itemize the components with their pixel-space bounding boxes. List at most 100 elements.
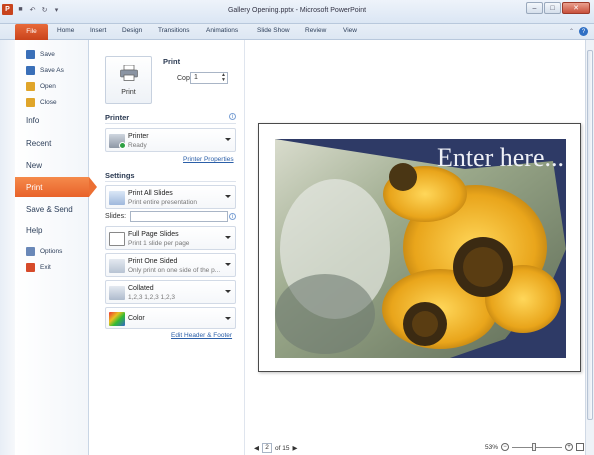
chevron-down-icon <box>225 290 231 293</box>
printer-properties-link[interactable]: Printer Properties <box>183 156 234 163</box>
slides-info-icon[interactable]: i <box>229 213 236 220</box>
print-button[interactable]: Print <box>105 56 152 104</box>
print-settings-panel: Print Print Copies: 1 ▲ ▼ Printer i Print… <box>98 40 243 455</box>
collation-title: Collated <box>128 285 154 292</box>
current-page-input[interactable]: 2 <box>262 443 272 453</box>
save-as-icon <box>26 66 35 75</box>
printer-info-icon[interactable]: i <box>229 113 236 120</box>
open-folder-icon <box>26 82 35 91</box>
exit-icon <box>26 263 35 272</box>
close-folder-icon <box>26 98 35 107</box>
previous-page-icon[interactable]: ◀ <box>254 444 259 452</box>
window-left-edge <box>0 40 15 455</box>
close-button[interactable]: ✕ <box>562 2 590 14</box>
chevron-down-icon <box>225 195 231 198</box>
printer-status: Ready <box>128 142 147 149</box>
nav-open-label: Open <box>40 83 56 90</box>
minimize-button[interactable]: – <box>526 2 543 14</box>
color-title: Color <box>128 315 145 322</box>
zoom-in-icon[interactable]: + <box>565 443 573 451</box>
printer-dropdown[interactable]: Printer Ready <box>105 128 236 152</box>
nav-options[interactable]: Options <box>15 247 89 256</box>
layout-subtitle: Print 1 slide per page <box>128 240 190 247</box>
maximize-button[interactable]: □ <box>544 2 561 14</box>
tab-view[interactable]: View <box>343 27 357 34</box>
layout-dropdown[interactable]: Full Page Slides Print 1 slide per page <box>105 226 236 250</box>
tab-animations[interactable]: Animations <box>206 27 238 34</box>
print-button-label: Print <box>121 89 136 96</box>
nav-help[interactable]: Help <box>15 226 89 235</box>
edit-header-footer-link[interactable]: Edit Header & Footer <box>171 332 232 339</box>
tab-transitions[interactable]: Transitions <box>158 27 190 34</box>
save-icon <box>26 50 35 59</box>
title-bar: P ■ ↶ ↻ ▾ Gallery Opening.pptx - Microso… <box>0 0 594 24</box>
nav-exit[interactable]: Exit <box>15 263 89 272</box>
zoom-slider-handle[interactable] <box>532 442 536 451</box>
chevron-down-icon <box>225 236 231 239</box>
nav-save-label: Save <box>40 51 55 58</box>
color-icon <box>109 312 125 326</box>
tab-design[interactable]: Design <box>122 27 142 34</box>
print-range-title: Print All Slides <box>128 190 173 197</box>
tab-review[interactable]: Review <box>305 27 326 34</box>
backstage-nav: Save Save As Open Close Info Recent New … <box>15 40 97 455</box>
print-preview: Enter here... <box>245 40 585 455</box>
print-range-dropdown[interactable]: Print All Slides Print entire presentati… <box>105 185 236 209</box>
nav-recent[interactable]: Recent <box>15 139 89 148</box>
help-icon[interactable]: ? <box>579 27 588 36</box>
tab-file[interactable]: File <box>15 24 48 40</box>
nav-options-label: Options <box>40 248 63 255</box>
options-icon <box>26 247 35 256</box>
nav-save-and-send[interactable]: Save & Send <box>15 205 89 214</box>
nav-new[interactable]: New <box>15 161 89 170</box>
sides-dropdown[interactable]: Print One Sided Only print on one side o… <box>105 253 236 277</box>
ribbon-tabs: File Home Insert Design Transitions Anim… <box>0 24 594 40</box>
nav-close-label: Close <box>40 99 57 106</box>
full-page-icon <box>109 232 125 246</box>
chevron-down-icon <box>225 317 231 320</box>
nav-save-as-label: Save As <box>40 67 64 74</box>
nav-open[interactable]: Open <box>15 82 89 91</box>
nav-info[interactable]: Info <box>15 116 89 125</box>
window-title: Gallery Opening.pptx - Microsoft PowerPo… <box>227 7 367 14</box>
divider <box>105 123 236 124</box>
sides-subtitle: Only print on one side of the p... <box>128 267 221 274</box>
zoom-level: 53% <box>484 443 498 451</box>
scrollbar-thumb[interactable] <box>587 50 593 420</box>
tab-slide-show[interactable]: Slide Show <box>257 27 290 34</box>
nav-save[interactable]: Save <box>15 50 89 59</box>
window-controls: – □ ✕ <box>526 2 590 14</box>
layout-title: Full Page Slides <box>128 231 179 238</box>
settings-section-title: Settings <box>105 171 135 180</box>
sides-title: Print One Sided <box>128 258 178 265</box>
printer-name: Printer <box>128 133 149 140</box>
nav-save-as[interactable]: Save As <box>15 66 89 75</box>
one-sided-icon <box>109 259 125 273</box>
zoom-control: 53% − + <box>484 442 584 451</box>
tab-home[interactable]: Home <box>57 27 74 34</box>
total-pages: of 15 <box>275 444 290 452</box>
collation-dropdown[interactable]: Collated 1,2,3 1,2,3 1,2,3 <box>105 280 236 304</box>
slide-preview: Enter here... <box>275 139 566 358</box>
zoom-out-icon[interactable]: − <box>501 443 509 451</box>
slides-input[interactable] <box>130 211 228 222</box>
zoom-slider[interactable] <box>512 442 562 451</box>
next-page-icon[interactable]: ▶ <box>292 444 297 452</box>
copies-spinner[interactable]: ▲ ▼ <box>221 73 226 83</box>
nav-close[interactable]: Close <box>15 98 89 107</box>
print-section-title: Print <box>163 57 181 66</box>
tab-insert[interactable]: Insert <box>90 27 106 34</box>
copies-input[interactable]: 1 ▲ ▼ <box>190 72 228 84</box>
divider <box>105 181 236 182</box>
slides-icon <box>109 191 125 205</box>
ready-check-icon <box>119 142 126 149</box>
nav-exit-label: Exit <box>40 264 51 271</box>
preview-scrollbar[interactable] <box>585 40 594 455</box>
nav-print[interactable]: Print <box>15 177 97 197</box>
page-navigator: ◀ 2 of 15 ▶ <box>254 443 297 453</box>
slide-heading: Enter here... <box>436 143 564 172</box>
ribbon-minimize-icon[interactable]: ⌃ <box>567 27 576 36</box>
fit-to-window-icon[interactable] <box>576 443 584 451</box>
slide-preview-page: Enter here... <box>258 123 581 372</box>
color-dropdown[interactable]: Color <box>105 307 236 329</box>
